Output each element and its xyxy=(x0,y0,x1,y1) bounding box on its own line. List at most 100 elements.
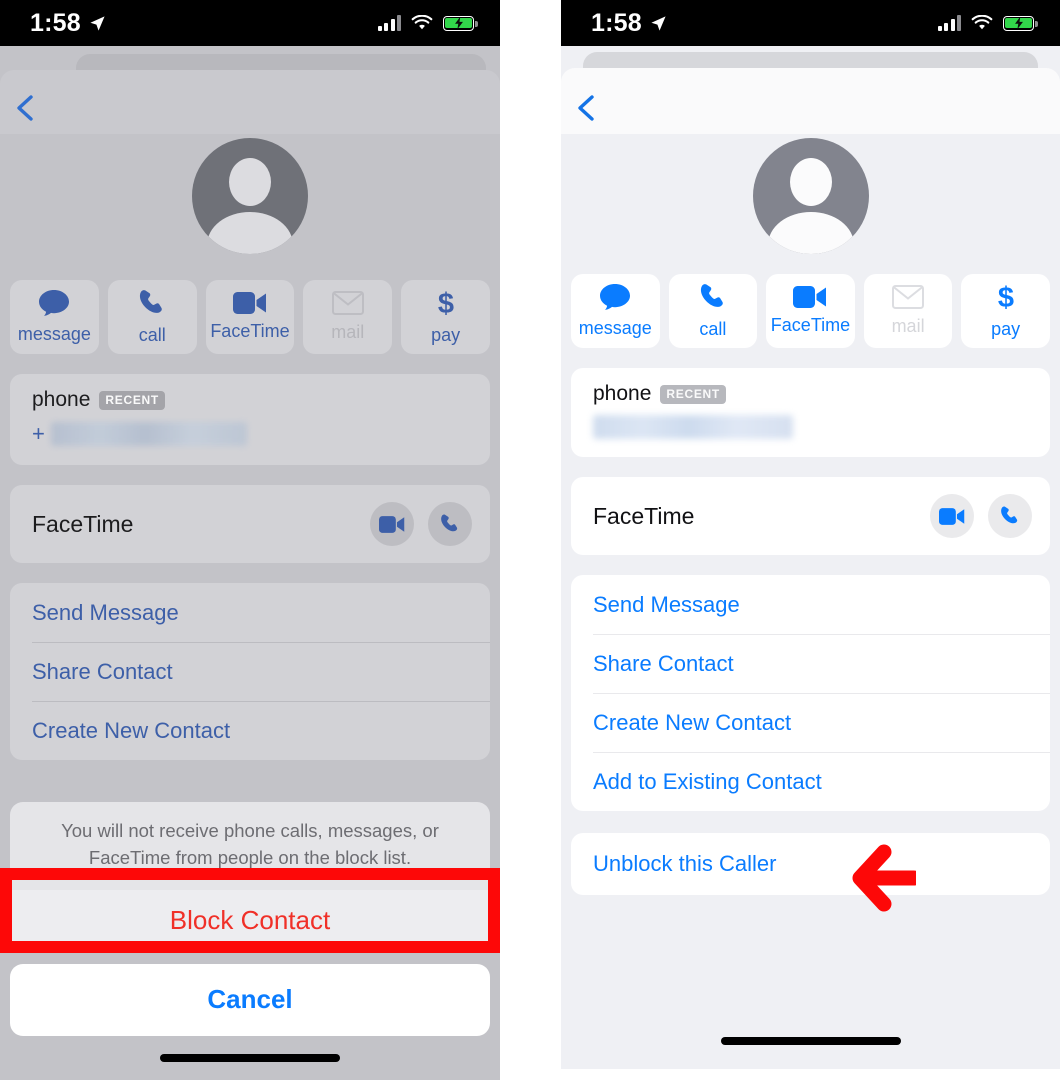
phone-number-line: + xyxy=(32,421,468,447)
unblock-card: Unblock this Caller xyxy=(571,833,1050,895)
avatar-head xyxy=(229,158,271,206)
video-camera-icon xyxy=(379,515,405,533)
modal-card-stack-left xyxy=(0,54,500,134)
phone-handset-icon xyxy=(700,284,723,307)
envelope-icon xyxy=(892,285,925,309)
video-camera-icon xyxy=(793,286,827,308)
redacted-phone-number xyxy=(593,415,793,439)
action-button-facetime[interactable]: FaceTime xyxy=(766,274,855,348)
unblock-this-caller-button[interactable]: Unblock this Caller xyxy=(571,833,1050,895)
left-phone-screen: 1:58 message call FaceTime mail $ pay ph… xyxy=(0,0,500,1080)
message-bubble-icon xyxy=(600,284,631,310)
screenshot-stage: 1:58 message call FaceTime mail $ pay ph… xyxy=(0,0,1060,1080)
svg-text:$: $ xyxy=(438,288,454,318)
avatar-head xyxy=(789,158,832,206)
facetime-row: FaceTime xyxy=(10,485,490,563)
phone-field-header: phone RECENT xyxy=(32,388,468,412)
action-label: message xyxy=(17,324,91,344)
facetime-audio-button[interactable] xyxy=(988,494,1032,538)
action-button-message[interactable]: message xyxy=(10,280,99,354)
phone-number-line xyxy=(593,415,1028,439)
status-bar-right-group xyxy=(937,15,1038,31)
phone-field-label: phone xyxy=(32,388,91,411)
back-chevron-icon[interactable] xyxy=(567,88,607,128)
unblock-arrow-annotation xyxy=(852,844,916,912)
phone-field-label: phone xyxy=(593,382,652,405)
action-button-facetime[interactable]: FaceTime xyxy=(205,280,295,354)
list-item-send-message[interactable]: Send Message xyxy=(571,575,1050,634)
action-button-mail: mail xyxy=(863,274,953,348)
wifi-icon xyxy=(411,15,433,30)
phone-field-card-left[interactable]: phone RECENT + xyxy=(10,374,490,465)
wifi-icon xyxy=(971,15,993,30)
action-label: FaceTime xyxy=(770,315,851,335)
location-arrow-icon xyxy=(90,15,105,31)
right-phone-screen: 1:58 message call FaceTime mail $ pay ph… xyxy=(561,0,1060,1069)
cancel-button[interactable]: Cancel xyxy=(10,963,490,1036)
action-button-pay[interactable]: $ pay xyxy=(401,280,490,354)
list-item-share-contact[interactable]: Share Contact xyxy=(571,634,1050,693)
phone-handset-icon xyxy=(441,514,458,532)
facetime-buttons xyxy=(370,502,472,546)
left-content: message call FaceTime mail $ pay phone R… xyxy=(0,134,500,760)
facetime-label: FaceTime xyxy=(32,510,134,537)
dollar-sign-icon: $ xyxy=(438,288,454,318)
home-indicator-left xyxy=(160,1054,340,1062)
phone-field-card-right[interactable]: phone RECENT xyxy=(571,368,1050,457)
action-button-message[interactable]: message xyxy=(571,274,660,348)
status-bar-right-group xyxy=(377,15,478,31)
phone-handset-icon xyxy=(1001,506,1018,524)
quick-actions-row-right: message call FaceTime mail $ pay xyxy=(561,274,1060,348)
back-chevron-icon[interactable] xyxy=(6,88,46,128)
phone-prefix: + xyxy=(32,421,45,446)
status-bar-right: 1:58 xyxy=(561,0,1060,46)
block-action-sheet: You will not receive phone calls, messag… xyxy=(0,802,500,1036)
phone-field: phone RECENT + xyxy=(10,374,490,465)
facetime-video-button[interactable] xyxy=(930,494,974,538)
status-bar-left-group: 1:58 xyxy=(30,9,106,38)
dollar-sign-icon: $ xyxy=(998,282,1014,312)
nav-bar-left xyxy=(0,70,500,134)
phone-field: phone RECENT xyxy=(571,368,1050,457)
action-label: pay xyxy=(991,319,1021,339)
list-item-send-message[interactable]: Send Message xyxy=(10,583,490,642)
message-bubble-icon xyxy=(39,290,70,316)
location-arrow-icon xyxy=(651,15,666,31)
action-button-call[interactable]: call xyxy=(668,274,758,348)
facetime-label: FaceTime xyxy=(593,502,695,529)
cellular-signal-icon xyxy=(377,15,401,31)
phone-handset-icon xyxy=(140,290,162,313)
contact-actions-card-right: Send Message Share Contact Create New Co… xyxy=(571,575,1050,811)
battery-charging-icon xyxy=(1003,15,1038,31)
action-label: message xyxy=(578,318,652,338)
list-item-create-new-contact[interactable]: Create New Contact xyxy=(571,693,1050,752)
status-time: 1:58 xyxy=(30,8,81,37)
list-item-add-to-existing-contact[interactable]: Add to Existing Contact xyxy=(571,752,1050,811)
avatar-container xyxy=(561,134,1060,254)
action-label: call xyxy=(699,319,727,339)
action-button-call[interactable]: call xyxy=(107,280,197,354)
action-label: mail xyxy=(891,316,925,336)
redacted-phone-number xyxy=(50,422,247,446)
action-label: call xyxy=(138,325,166,345)
facetime-audio-button[interactable] xyxy=(428,502,472,546)
right-content: message call FaceTime mail $ pay phone R… xyxy=(561,134,1060,895)
phone-field-header: phone RECENT xyxy=(593,382,1028,406)
action-button-pay[interactable]: $ pay xyxy=(961,274,1050,348)
status-time: 1:58 xyxy=(591,8,642,37)
status-bar-left: 1:58 xyxy=(0,0,500,46)
block-contact-button[interactable]: Block Contact xyxy=(10,889,490,952)
action-button-mail: mail xyxy=(303,280,393,354)
avatar-container xyxy=(0,134,500,254)
list-item-share-contact[interactable]: Share Contact xyxy=(10,642,490,701)
envelope-icon xyxy=(331,291,364,315)
contact-avatar xyxy=(752,138,869,254)
facetime-card-left: FaceTime xyxy=(10,485,490,563)
charging-bolt-icon xyxy=(1014,16,1023,30)
facetime-video-button[interactable] xyxy=(370,502,414,546)
list-item-create-new-contact[interactable]: Create New Contact xyxy=(10,701,490,760)
avatar-body xyxy=(207,212,293,254)
video-camera-icon xyxy=(939,507,965,525)
facetime-row: FaceTime xyxy=(571,477,1050,555)
battery-charging-icon xyxy=(443,15,478,31)
